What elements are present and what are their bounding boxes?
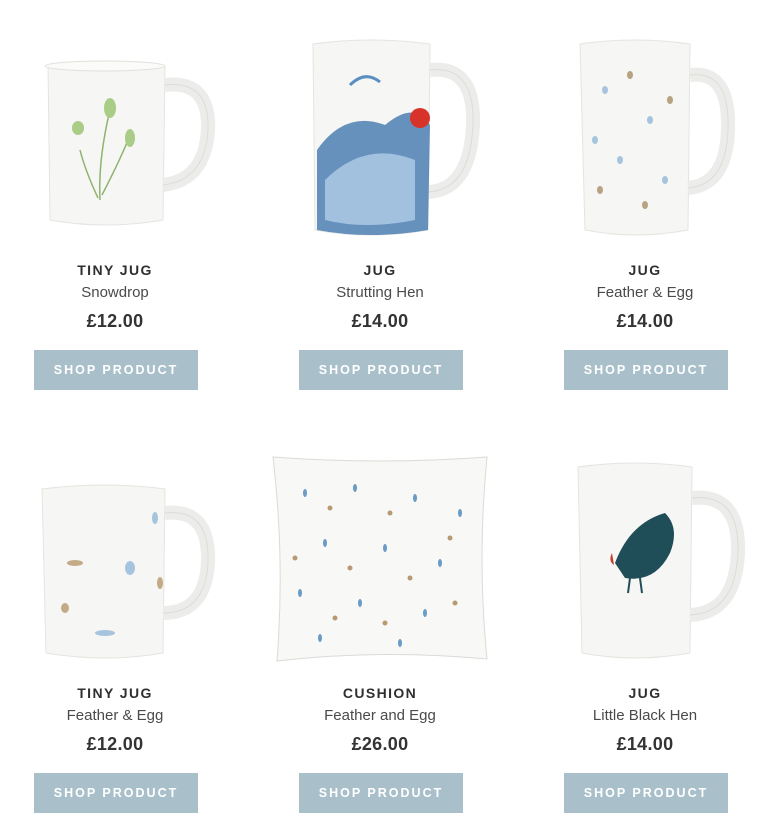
product-image[interactable] xyxy=(0,453,230,663)
product-category: TINY JUG xyxy=(77,262,153,278)
product-name: Snowdrop xyxy=(81,284,149,301)
product-category: JUG xyxy=(628,685,662,701)
product-price: £14.00 xyxy=(616,311,674,331)
product-image[interactable] xyxy=(0,30,230,240)
product-image[interactable] xyxy=(265,30,495,240)
product-category: TINY JUG xyxy=(77,685,153,701)
product-name: Little Black Hen xyxy=(592,707,698,724)
product-price: £12.00 xyxy=(86,734,144,754)
product-price: £14.00 xyxy=(351,311,409,331)
shop-product-button[interactable]: SHOP PRODUCT xyxy=(299,773,463,813)
product-price: £12.00 xyxy=(86,311,144,331)
product-name: Strutting Hen xyxy=(336,284,424,301)
product-image[interactable] xyxy=(530,453,760,663)
shop-product-button[interactable]: SHOP PRODUCT xyxy=(34,350,198,390)
product-grid: TINY JUG Snowdrop £12.00 SHOP PRODUCT JU… xyxy=(0,0,774,839)
product-category: CUSHION xyxy=(342,685,418,701)
product-name: Feather and Egg xyxy=(324,707,436,724)
product-category: JUG xyxy=(628,262,662,278)
shop-product-button[interactable]: SHOP PRODUCT xyxy=(564,350,728,390)
shop-product-button[interactable]: SHOP PRODUCT xyxy=(34,773,198,813)
product-image[interactable] xyxy=(265,453,495,663)
shop-product-button[interactable]: SHOP PRODUCT xyxy=(299,350,463,390)
product-price: £14.00 xyxy=(616,734,674,754)
shop-product-button[interactable]: SHOP PRODUCT xyxy=(564,773,728,813)
product-category: JUG xyxy=(363,262,397,278)
product-name: Feather & Egg xyxy=(66,707,164,724)
product-image[interactable] xyxy=(530,30,760,240)
product-name: Feather & Egg xyxy=(596,284,694,301)
product-price: £26.00 xyxy=(351,734,409,754)
